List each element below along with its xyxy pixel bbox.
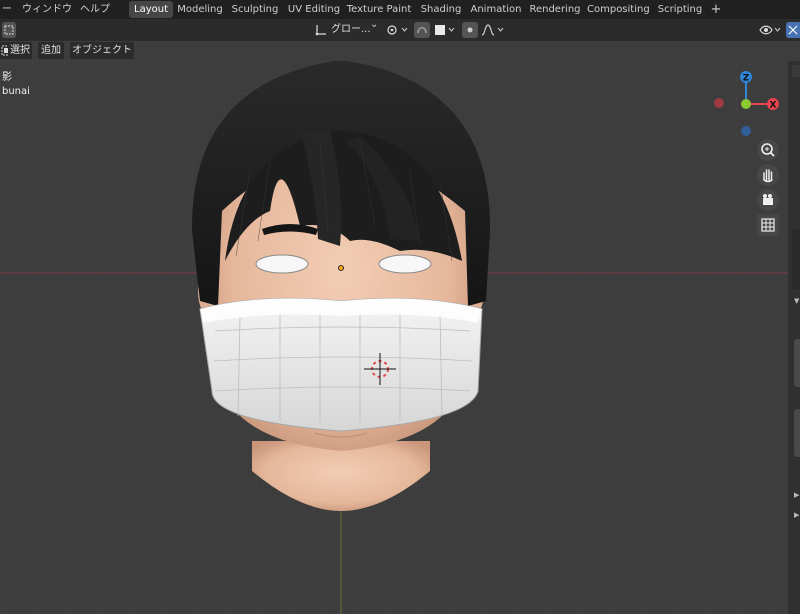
viewport-icon xyxy=(4,25,14,35)
panel-block xyxy=(792,65,800,77)
proportional-edit-icon xyxy=(467,27,473,33)
gizmo-z-label: Z xyxy=(743,74,750,84)
camera-view-button[interactable] xyxy=(757,189,779,211)
zoom-icon xyxy=(761,143,775,157)
tab-compositing[interactable]: Compositing xyxy=(587,1,650,18)
falloff-dropdown[interactable] xyxy=(480,22,506,38)
viewport-scene xyxy=(0,61,788,614)
top-menu-bar: ー ウィンドウ ヘルプ Layout Modeling Sculpting UV… xyxy=(0,0,800,19)
transform-orientation-dropdown[interactable]: グロー... ⌄ xyxy=(312,19,380,38)
panel-block xyxy=(794,339,800,387)
gizmo-x-label: X xyxy=(770,101,777,111)
3d-viewport[interactable]: 影 bunai Z X xyxy=(0,61,788,614)
gizmo-neg-z-axis[interactable] xyxy=(741,126,751,136)
pivot-icon xyxy=(387,25,408,35)
menu-window[interactable]: ウィンドウ xyxy=(22,0,72,19)
square-icon xyxy=(435,25,455,35)
transform-orientation-label: グロー... xyxy=(331,24,371,35)
menu-help[interactable]: ヘルプ xyxy=(80,0,110,19)
viewport-header: グロー... ⌄ xyxy=(0,19,800,41)
tab-sculpting[interactable]: Sculpting xyxy=(229,1,281,18)
panel-block xyxy=(794,409,800,457)
snap-icon xyxy=(417,26,427,34)
pan-button[interactable] xyxy=(757,164,779,186)
grid-icon xyxy=(761,218,775,232)
collapse-arrow-icon[interactable]: ▼ xyxy=(794,297,799,305)
menu-add[interactable]: 追加 xyxy=(38,42,64,59)
tab-modeling[interactable]: Modeling xyxy=(175,1,225,18)
menu-object[interactable]: オブジェクト xyxy=(70,42,134,59)
proportional-edit-toggle[interactable] xyxy=(462,22,478,38)
camera-icon xyxy=(763,194,773,205)
gizmo-neg-x-axis[interactable] xyxy=(714,98,724,108)
eye-icon xyxy=(759,25,781,35)
tab-shading[interactable]: Shading xyxy=(417,1,465,18)
tab-animation[interactable]: Animation xyxy=(468,1,524,18)
add-workspace-button[interactable]: + xyxy=(709,1,723,18)
pivot-point-dropdown[interactable] xyxy=(384,22,410,38)
gizmo-y-axis[interactable] xyxy=(741,99,751,109)
view-info-line2: bunai xyxy=(2,86,30,97)
zoom-button[interactable] xyxy=(757,139,779,161)
gizmo-toggle[interactable] xyxy=(786,22,800,38)
expand-arrow-icon[interactable]: ▶ xyxy=(794,491,799,499)
snap-toggle[interactable] xyxy=(414,22,430,38)
tab-texture-paint[interactable]: Texture Paint xyxy=(346,1,412,18)
menu-edit[interactable]: ー xyxy=(2,0,12,19)
navigation-gizmo[interactable]: Z X xyxy=(708,66,788,146)
menu-select[interactable]: 選択 xyxy=(8,42,32,59)
properties-panel-edge: ▼ ▶ ▶ xyxy=(788,61,800,614)
view-info-line1: 影 xyxy=(2,72,12,83)
perspective-toggle-button[interactable] xyxy=(757,214,779,236)
panel-block xyxy=(792,229,800,289)
tab-scripting[interactable]: Scripting xyxy=(654,1,706,18)
tab-layout[interactable]: Layout xyxy=(129,1,173,18)
snap-element-dropdown[interactable] xyxy=(432,22,458,38)
editor-type-button[interactable] xyxy=(2,22,16,38)
tab-uv-editing[interactable]: UV Editing xyxy=(285,1,343,18)
viewport-menu-bar: 選択 追加 オブジェクト xyxy=(0,41,800,61)
chevron-down-icon: ⌄ xyxy=(370,19,379,30)
transform-orientation-icon xyxy=(315,25,326,36)
expand-arrow-icon[interactable]: ▶ xyxy=(794,511,799,519)
tab-rendering[interactable]: Rendering xyxy=(528,1,582,18)
falloff-curve-icon xyxy=(481,24,504,36)
visibility-dropdown[interactable] xyxy=(758,22,784,38)
hand-icon xyxy=(763,169,773,183)
gizmo-icon xyxy=(788,25,798,35)
